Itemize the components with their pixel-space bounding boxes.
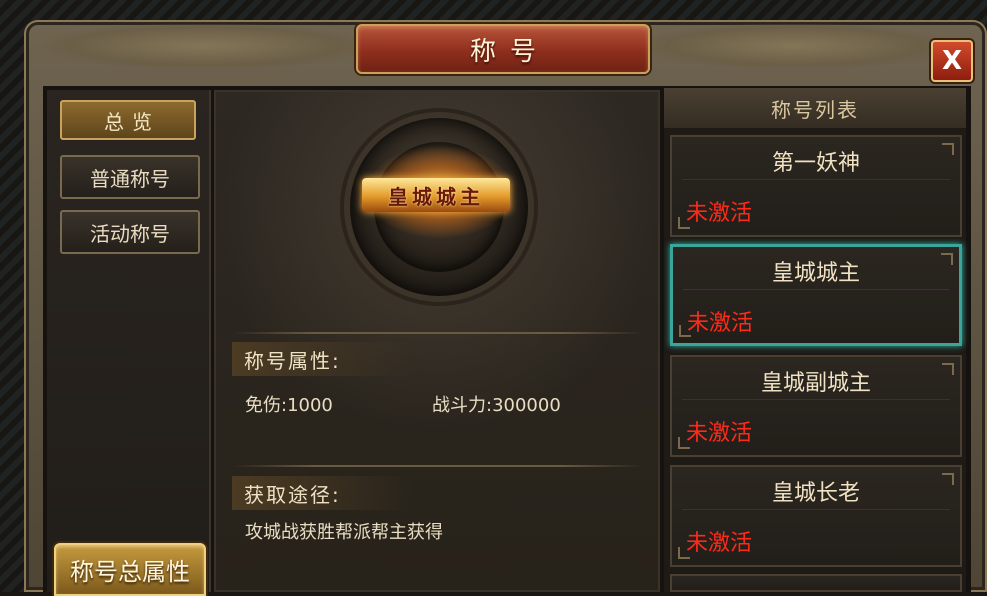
attributes-heading: 称号属性: (232, 342, 412, 376)
left-ornament (44, 24, 364, 68)
corner-ornament (678, 217, 690, 229)
title-card-partial[interactable] (670, 574, 962, 592)
attribute-value: 1000 (287, 395, 333, 416)
nav-event-titles-label: 活动称号 (90, 221, 170, 246)
title-card-imperial-city-lord[interactable]: 皇城城主 未激活 (670, 244, 962, 346)
nav-overview-label: 总览 (104, 109, 160, 134)
total-attributes-button[interactable]: 称号总属性 (54, 543, 206, 596)
title-card-vice-city-lord[interactable]: 皇城副城主 未激活 (670, 355, 962, 457)
attribute-label: 免伤: (245, 395, 288, 416)
window-title-plate: 称号 (356, 24, 650, 74)
card-divider (682, 399, 950, 400)
corner-ornament (678, 547, 690, 559)
title-card-city-elder[interactable]: 皇城长老 未激活 (670, 465, 962, 567)
attribute-label: 战斗力: (432, 395, 493, 416)
attribute-combat-power: 战斗力:300000 (432, 391, 561, 417)
total-attributes-label: 称号总属性 (70, 558, 190, 586)
nav-normal-titles-button[interactable]: 普通称号 (60, 155, 200, 199)
title-card-name: 皇城长老 (771, 481, 860, 506)
nav-overview-button[interactable]: 总览 (60, 100, 196, 140)
card-divider (683, 289, 949, 290)
nav-normal-titles-label: 普通称号 (90, 166, 170, 191)
emblem-text: 皇城城主 (388, 184, 484, 209)
title-list-heading: 称号列表 (664, 88, 966, 128)
source-description: 攻城战获胜帮派帮主获得 (245, 522, 443, 543)
attribute-damage-reduction: 免伤:1000 (245, 391, 333, 417)
corner-ornament (678, 437, 690, 449)
divider-bottom (232, 465, 644, 467)
attribute-value: 300000 (492, 395, 561, 416)
card-divider (682, 179, 950, 180)
close-button[interactable]: X (931, 40, 973, 82)
source-heading: 获取途径: (232, 476, 412, 510)
right-ornament (644, 24, 944, 68)
close-icon: X (941, 46, 963, 76)
title-card-status: 未激活 (686, 531, 753, 556)
nav-event-titles-button[interactable]: 活动称号 (60, 210, 200, 254)
window-title: 称号 (469, 36, 550, 67)
title-card-status: 未激活 (687, 311, 754, 336)
card-divider (682, 509, 950, 510)
title-card-status: 未激活 (686, 421, 753, 446)
title-card-name: 第一妖神 (771, 151, 860, 176)
title-card-name: 皇城副城主 (760, 371, 871, 396)
title-card-first-demon-god[interactable]: 第一妖神 未激活 (670, 135, 962, 237)
title-card-status: 未激活 (686, 201, 753, 226)
title-card-name: 皇城城主 (771, 261, 860, 286)
corner-ornament (679, 325, 691, 337)
title-emblem: 皇城城主 (362, 178, 510, 212)
divider-top (232, 332, 644, 334)
